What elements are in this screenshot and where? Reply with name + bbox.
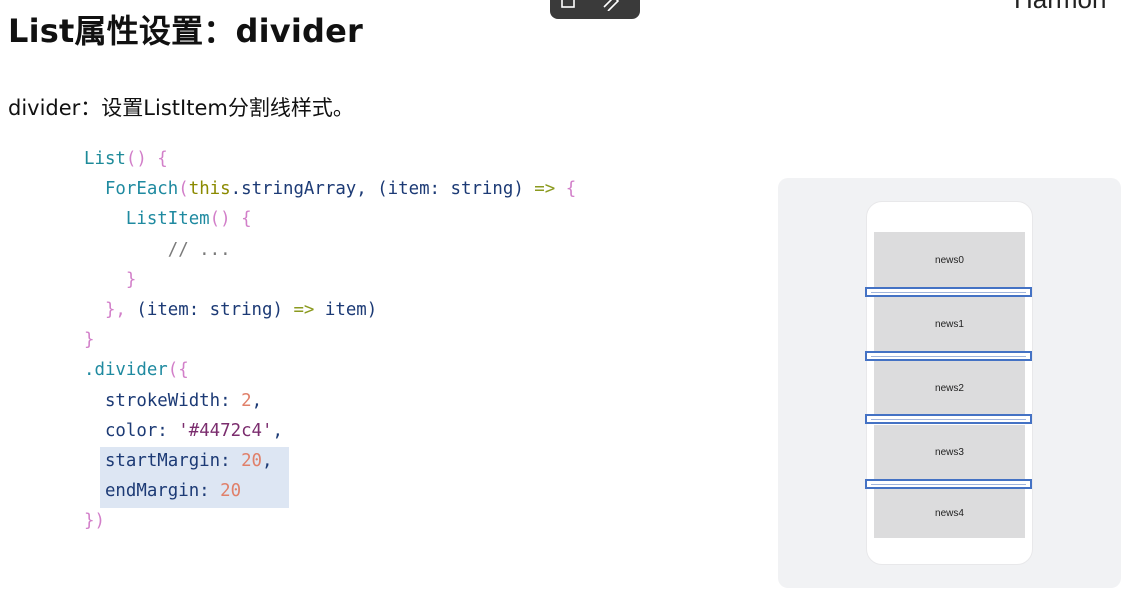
code-line: } — [84, 330, 95, 351]
code-line: // ... — [167, 239, 231, 260]
code-line: } — [125, 269, 137, 290]
divider-highlight — [865, 414, 1032, 424]
brand-text: Harmon — [1014, 0, 1106, 15]
divider-highlight — [865, 351, 1032, 361]
list-item: news3 — [874, 425, 1025, 479]
code-line: .divider({ — [84, 360, 189, 381]
code-line: strokeWidth: 2, — [104, 390, 263, 411]
code-line: startMargin: 20, — [104, 450, 273, 471]
divider-highlight — [865, 479, 1032, 489]
code-line: ForEach(this.stringArray, (item: string)… — [104, 179, 577, 200]
edit-icon[interactable] — [602, 0, 622, 12]
code-line: List() { — [84, 149, 168, 169]
code-line: endMargin: 20 — [104, 481, 242, 502]
list-item: news2 — [874, 361, 1025, 415]
copy-icon[interactable] — [560, 0, 580, 11]
code-block: List() { ForEach(this.stringArray, (item… — [84, 144, 576, 536]
code-line: }, (item: string) => item) — [104, 299, 378, 320]
list-item: news4 — [874, 489, 1025, 538]
page-title: List属性设置：divider — [8, 12, 363, 50]
divider-highlight — [865, 287, 1032, 297]
description-text: divider：设置ListItem分割线样式。 — [8, 96, 354, 120]
list-item: news0 — [874, 232, 1025, 289]
code-line: }) — [84, 511, 105, 532]
floating-toolbar — [550, 0, 640, 19]
list-item: news1 — [874, 297, 1025, 352]
code-line: ListItem() { — [125, 209, 252, 230]
code-line: color: '#4472c4', — [104, 420, 283, 441]
